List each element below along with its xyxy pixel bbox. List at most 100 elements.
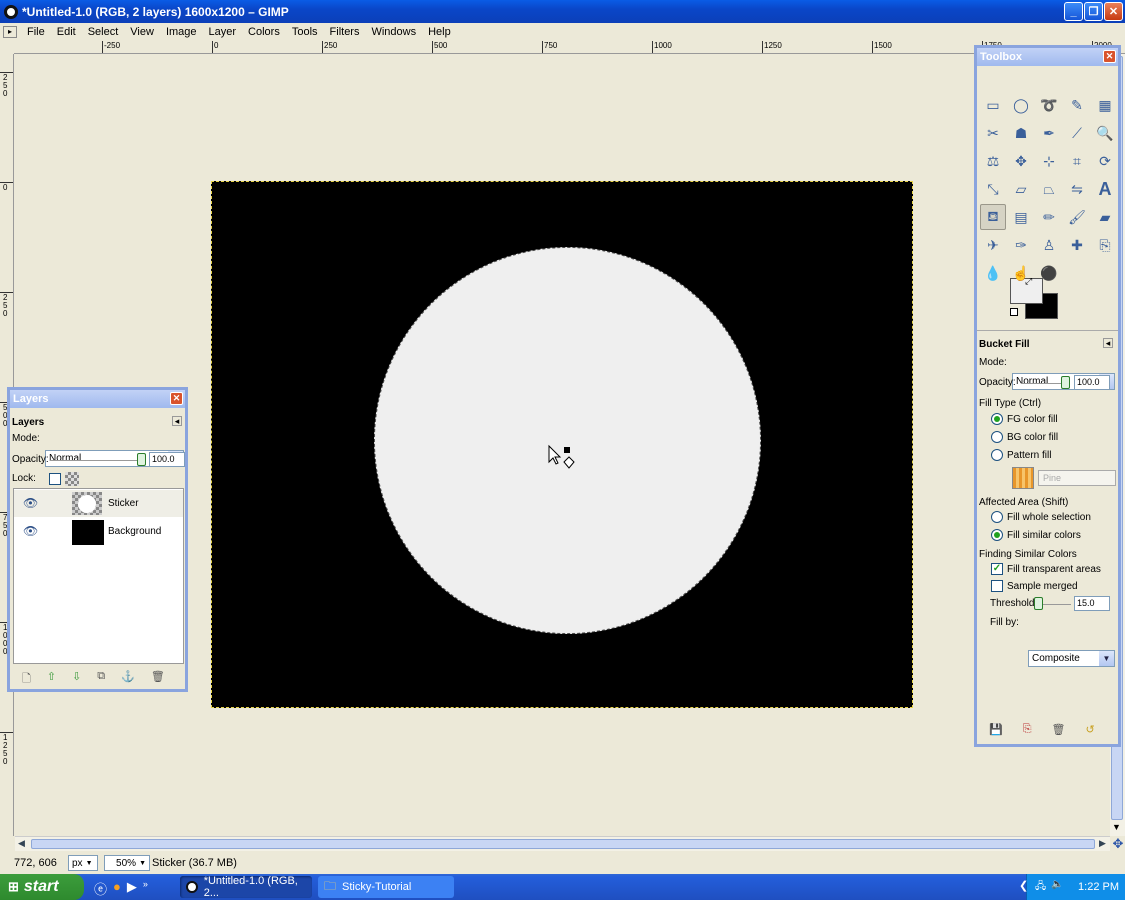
color-picker-icon[interactable]: ⟋ [1064,120,1090,146]
tray-network-icon[interactable]: 🖧 [1035,879,1046,896]
fill-by-dropdown[interactable]: Composite ▼ [1028,650,1115,667]
blur-icon[interactable]: 💧 [980,260,1006,286]
quicklaunch-media-icon[interactable]: ▶ [127,879,137,898]
menu-edit[interactable]: Edit [51,26,82,38]
window-title-bar[interactable]: *Untitled-1.0 (RGB, 2 layers) 1600x1200 … [0,0,1125,23]
perspective-clone-icon[interactable]: ⎘ [1092,232,1118,258]
menu-filters[interactable]: Filters [324,26,366,38]
scroll-left-icon[interactable]: ◀ [18,838,25,849]
heal-icon[interactable]: ✚ [1064,232,1090,258]
fill-opacity-input[interactable]: 100.0 [1074,375,1110,390]
airbrush-icon[interactable]: ✈ [980,232,1006,258]
restore-options-icon[interactable]: ⎘ [1023,723,1032,736]
menu-colors[interactable]: Colors [242,26,286,38]
menu-layer[interactable]: Layer [203,26,243,38]
threshold-slider-handle[interactable] [1034,597,1043,610]
fill-similar-colors-radio[interactable] [991,529,1003,541]
horizontal-scroll-thumb[interactable] [31,839,1095,849]
new-layer-icon[interactable]: 🗋 [22,670,31,689]
shear-icon[interactable]: ▱ [1008,176,1034,202]
minimize-button[interactable]: _ [1064,2,1083,21]
fill-opacity-slider-handle[interactable] [1061,376,1070,389]
unit-select[interactable]: px ▼ [68,855,98,871]
duplicate-layer-icon[interactable]: ⧉ [97,670,105,689]
threshold-input[interactable]: 15.0 [1074,596,1110,611]
layer-opacity-input[interactable]: 100.0 [149,452,185,467]
align-icon[interactable]: ⊹ [1036,148,1062,174]
close-icon[interactable]: ✕ [170,392,183,405]
lower-layer-icon[interactable]: ⇩ [72,670,81,689]
menu-view[interactable]: View [124,26,160,38]
color-select-icon[interactable]: ▦ [1092,92,1118,118]
zoom-select[interactable]: 50% ▼ [104,855,150,871]
paths-icon[interactable]: ✒ [1036,120,1062,146]
anchor-layer-icon[interactable]: ⚓ [121,670,135,689]
sample-merged-checkbox[interactable] [991,580,1003,592]
measure-icon[interactable]: ⚖ [980,148,1006,174]
clone-icon[interactable]: ♙ [1036,232,1062,258]
perspective-icon[interactable]: ⏢ [1036,176,1062,202]
bucket-fill-icon[interactable]: ⛾ [980,204,1006,230]
ink-icon[interactable]: ✑ [1008,232,1034,258]
scissors-icon[interactable]: ✂ [980,120,1006,146]
quicklaunch-ie-icon[interactable]: ⓔ [94,879,107,898]
maximize-button[interactable]: ❐ [1084,2,1103,21]
menu-tools[interactable]: Tools [286,26,324,38]
layer-name[interactable]: Sticker [108,498,139,509]
opacity-slider-handle[interactable] [137,453,146,466]
crop-icon[interactable]: ⌗ [1064,148,1090,174]
zoom-icon[interactable]: 🔍 [1092,120,1118,146]
close-icon[interactable]: ✕ [1103,50,1116,63]
start-button[interactable]: ⊞ start [0,874,84,900]
quicklaunch-firefox-icon[interactable]: ● [113,879,121,898]
pattern-name-field[interactable]: Pine [1038,470,1116,486]
lasso-icon[interactable]: ➰ [1036,92,1062,118]
smudge-icon[interactable]: ☝ [1008,260,1034,286]
tray-expand-icon[interactable]: ❮ [1019,879,1028,892]
tray-volume-icon[interactable]: 🔈 [1051,879,1063,890]
tab-menu-icon[interactable]: ◂ [1103,338,1113,348]
fill-whole-selection-radio[interactable] [991,511,1003,523]
menu-windows[interactable]: Windows [365,26,422,38]
layer-row-sticker[interactable]: 👁 Sticker [14,490,183,517]
text-icon[interactable]: A [1092,176,1118,202]
horizontal-ruler[interactable]: -250025050075010001250150017502000 [14,41,1125,54]
close-button[interactable]: ✕ [1104,2,1123,21]
paintbrush-icon[interactable]: 🖌 [1064,204,1090,230]
delete-options-icon[interactable]: 🗑 [1052,723,1066,736]
pencil-icon[interactable]: ✏ [1036,204,1062,230]
tab-menu-icon[interactable]: ◂ [172,416,182,426]
dodge-burn-icon[interactable]: ⚫ [1036,260,1062,286]
raise-layer-icon[interactable]: ⇧ [47,670,56,689]
rect-select-icon[interactable]: ▭ [980,92,1006,118]
fuzzy-select-icon[interactable]: ✎ [1064,92,1090,118]
task-gimp[interactable]: *Untitled-1.0 (RGB, 2... [180,875,312,899]
layers-dock-title-bar[interactable]: Layers ✕ [10,390,185,408]
menu-image[interactable]: Image [160,26,203,38]
clock[interactable]: 1:22 PM [1078,881,1119,893]
default-colors-icon[interactable] [1010,308,1018,316]
task-sticky-tutorial[interactable]: 🗀 Sticky-Tutorial [318,876,454,898]
scroll-down-icon[interactable]: ▼ [1112,822,1121,832]
move-icon[interactable]: ✥ [1008,148,1034,174]
quicklaunch-expand-icon[interactable]: » [143,879,148,898]
eye-icon[interactable]: 👁 [23,524,38,538]
rotate-icon[interactable]: ⟳ [1092,148,1118,174]
fg-color-fill-radio[interactable] [991,413,1003,425]
save-options-icon[interactable]: 💾 [989,723,1003,736]
lock-alpha-icon[interactable] [65,472,79,486]
foreground-select-icon[interactable]: ☗ [1008,120,1034,146]
eye-icon[interactable]: 👁 [23,496,38,510]
menu-file[interactable]: File [21,26,51,38]
layer-row-background[interactable]: 👁 Background [14,518,183,545]
horizontal-scrollbar[interactable]: ◀ ▶ [15,836,1110,851]
opacity-slider-track[interactable] [50,460,140,461]
reset-options-icon[interactable]: ↺ [1085,723,1094,736]
sticker-circle[interactable] [374,247,761,634]
lock-pixels-checkbox[interactable] [49,473,61,485]
eraser-icon[interactable]: ▰ [1092,204,1118,230]
image-menu-arrow-icon[interactable]: ▸ [3,26,17,38]
scroll-right-icon[interactable]: ▶ [1099,838,1106,849]
flip-icon[interactable]: ⇋ [1064,176,1090,202]
scale-icon[interactable]: ⤡ [980,176,1006,202]
